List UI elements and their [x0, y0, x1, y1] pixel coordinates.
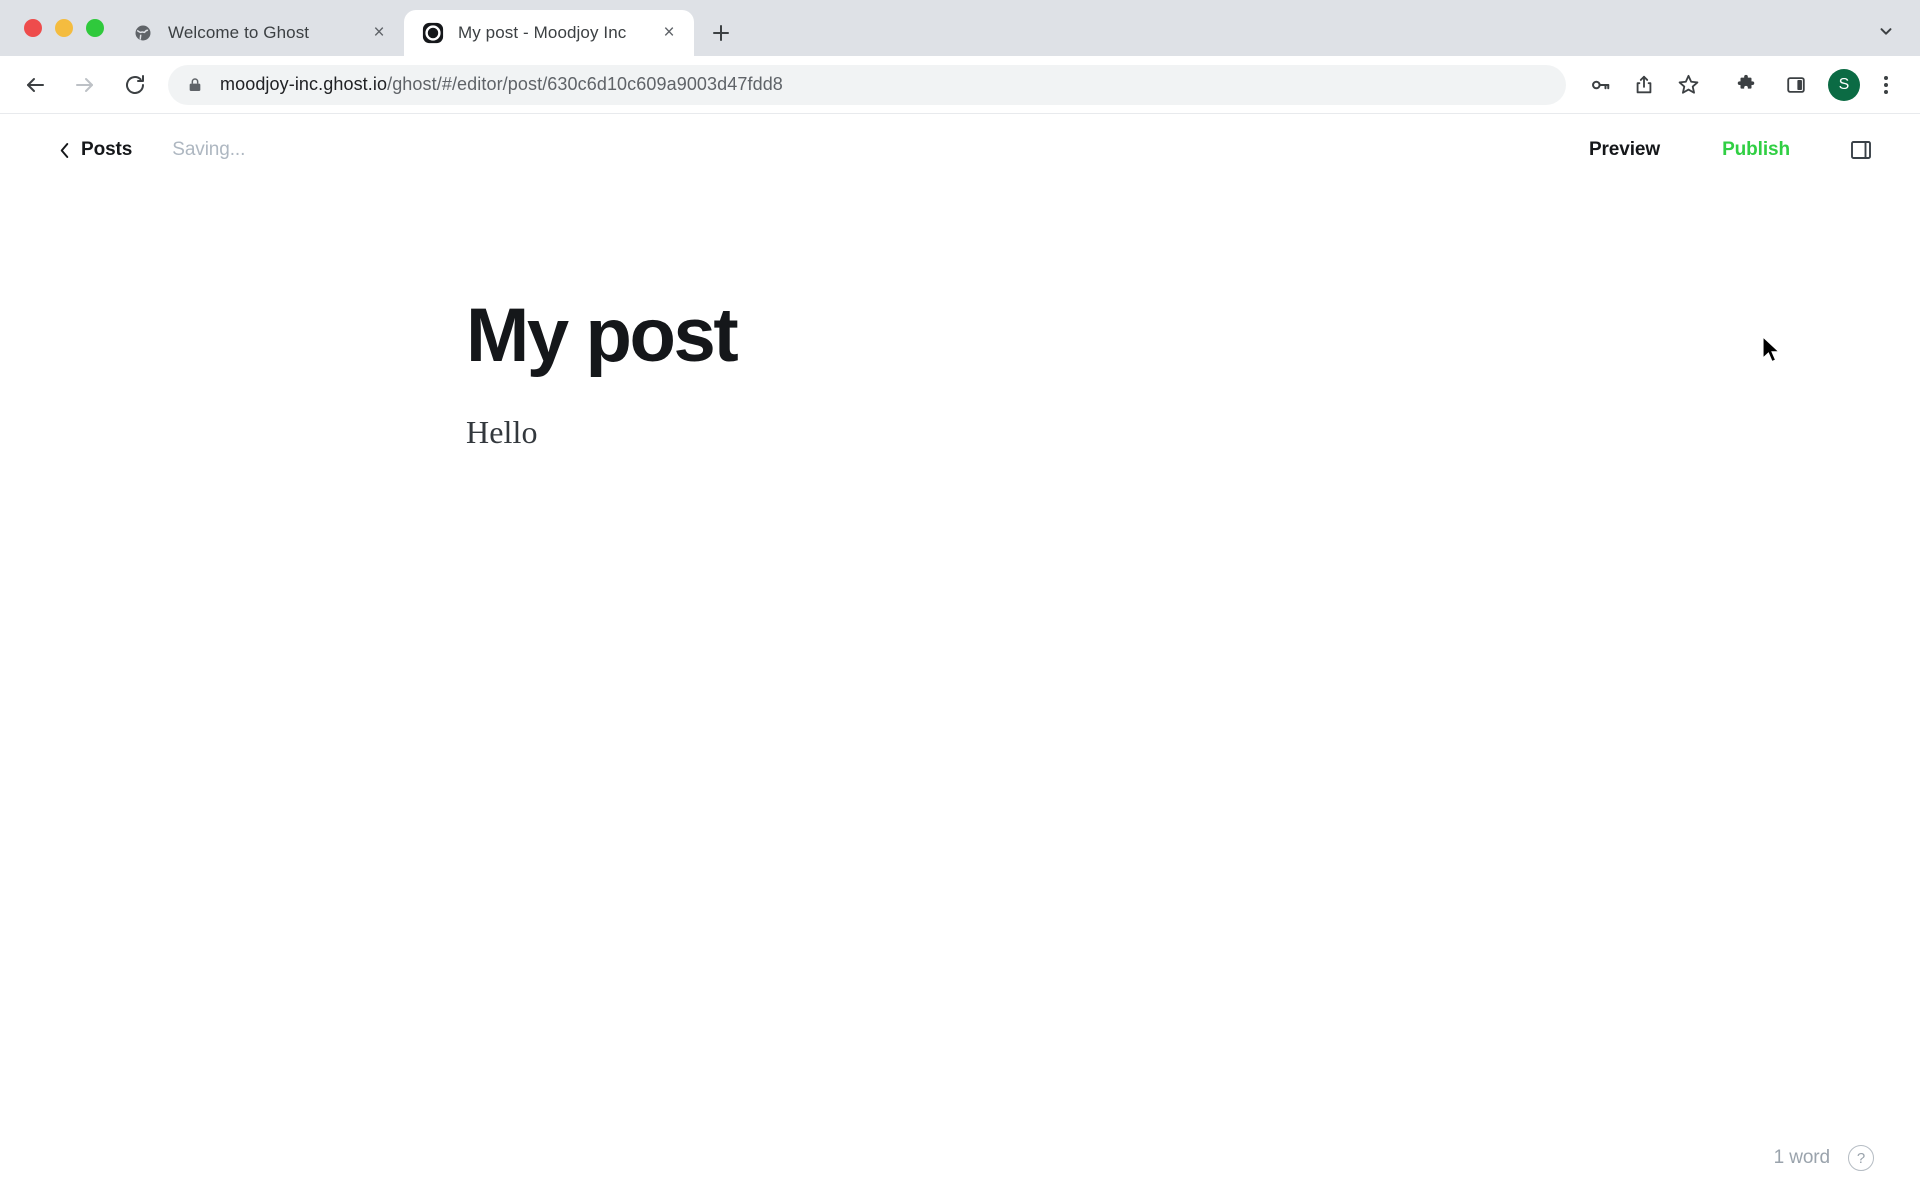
browser-chrome: Welcome to Ghost × My post - Moodjoy Inc… [0, 0, 1920, 114]
address-bar-path: /ghost/#/editor/post/630c6d10c609a9003d4… [387, 74, 783, 94]
reload-icon[interactable] [114, 64, 156, 106]
bookmark-star-icon[interactable] [1668, 65, 1708, 105]
sidebar-toggle-icon[interactable] [1844, 133, 1878, 167]
back-to-posts-label: Posts [81, 139, 133, 160]
post-canvas: My post Hello [0, 186, 1920, 456]
word-count: 1 word [1773, 1147, 1831, 1168]
help-question-icon[interactable]: ? [1848, 1145, 1874, 1171]
back-arrow-icon[interactable] [14, 64, 56, 106]
side-panel-icon[interactable] [1776, 65, 1816, 105]
tab-strip: Welcome to Ghost × My post - Moodjoy Inc… [0, 0, 1920, 56]
editor-footer: 1 word ? [1774, 1145, 1874, 1171]
browser-tab-welcome-to-ghost[interactable]: Welcome to Ghost × [114, 10, 404, 56]
globe-icon [132, 22, 154, 44]
browser-toolbar: moodjoy-inc.ghost.io/ghost/#/editor/post… [0, 56, 1920, 114]
window-controls [14, 0, 114, 56]
minimize-window-button[interactable] [55, 19, 73, 37]
profile-avatar[interactable]: S [1828, 68, 1860, 101]
ghost-logo-icon [422, 22, 444, 44]
lock-icon [184, 74, 206, 96]
three-dots-menu-icon[interactable] [1868, 65, 1904, 105]
preview-button[interactable]: Preview [1579, 133, 1670, 167]
chevron-left-icon [58, 141, 71, 160]
password-key-icon[interactable] [1580, 65, 1620, 105]
back-to-posts-button[interactable]: Posts [58, 139, 132, 161]
post-body[interactable]: Hello [466, 408, 1920, 456]
editor-header: Posts Saving... Preview Publish [0, 114, 1920, 186]
address-bar-url: moodjoy-inc.ghost.io/ghost/#/editor/post… [220, 74, 783, 95]
tabs: Welcome to Ghost × My post - Moodjoy Inc… [114, 0, 738, 56]
close-tab-button[interactable]: × [656, 20, 682, 46]
close-window-button[interactable] [24, 19, 42, 37]
save-status: Saving... [172, 139, 246, 160]
share-icon[interactable] [1624, 65, 1664, 105]
address-bar-host: moodjoy-inc.ghost.io [220, 74, 388, 94]
publish-button[interactable]: Publish [1712, 133, 1800, 167]
post-title[interactable]: My post [466, 298, 1920, 374]
new-tab-button[interactable] [704, 16, 738, 50]
forward-arrow-icon [64, 64, 106, 106]
maximize-window-button[interactable] [86, 19, 104, 37]
browser-tab-my-post-moodjoy-inc[interactable]: My post - Moodjoy Inc × [404, 10, 694, 56]
toolbar-actions: S [1576, 65, 1904, 105]
close-tab-button[interactable]: × [366, 20, 392, 46]
browser-tab-title: My post - Moodjoy Inc [458, 23, 627, 42]
address-bar[interactable]: moodjoy-inc.ghost.io/ghost/#/editor/post… [168, 64, 1566, 105]
browser-tab-title: Welcome to Ghost [168, 23, 310, 42]
tab-search-chevron-down-icon[interactable] [1870, 15, 1902, 47]
extensions-puzzle-icon[interactable] [1726, 65, 1766, 105]
ghost-editor-app: Posts Saving... Preview Publish My post … [0, 114, 1920, 1199]
